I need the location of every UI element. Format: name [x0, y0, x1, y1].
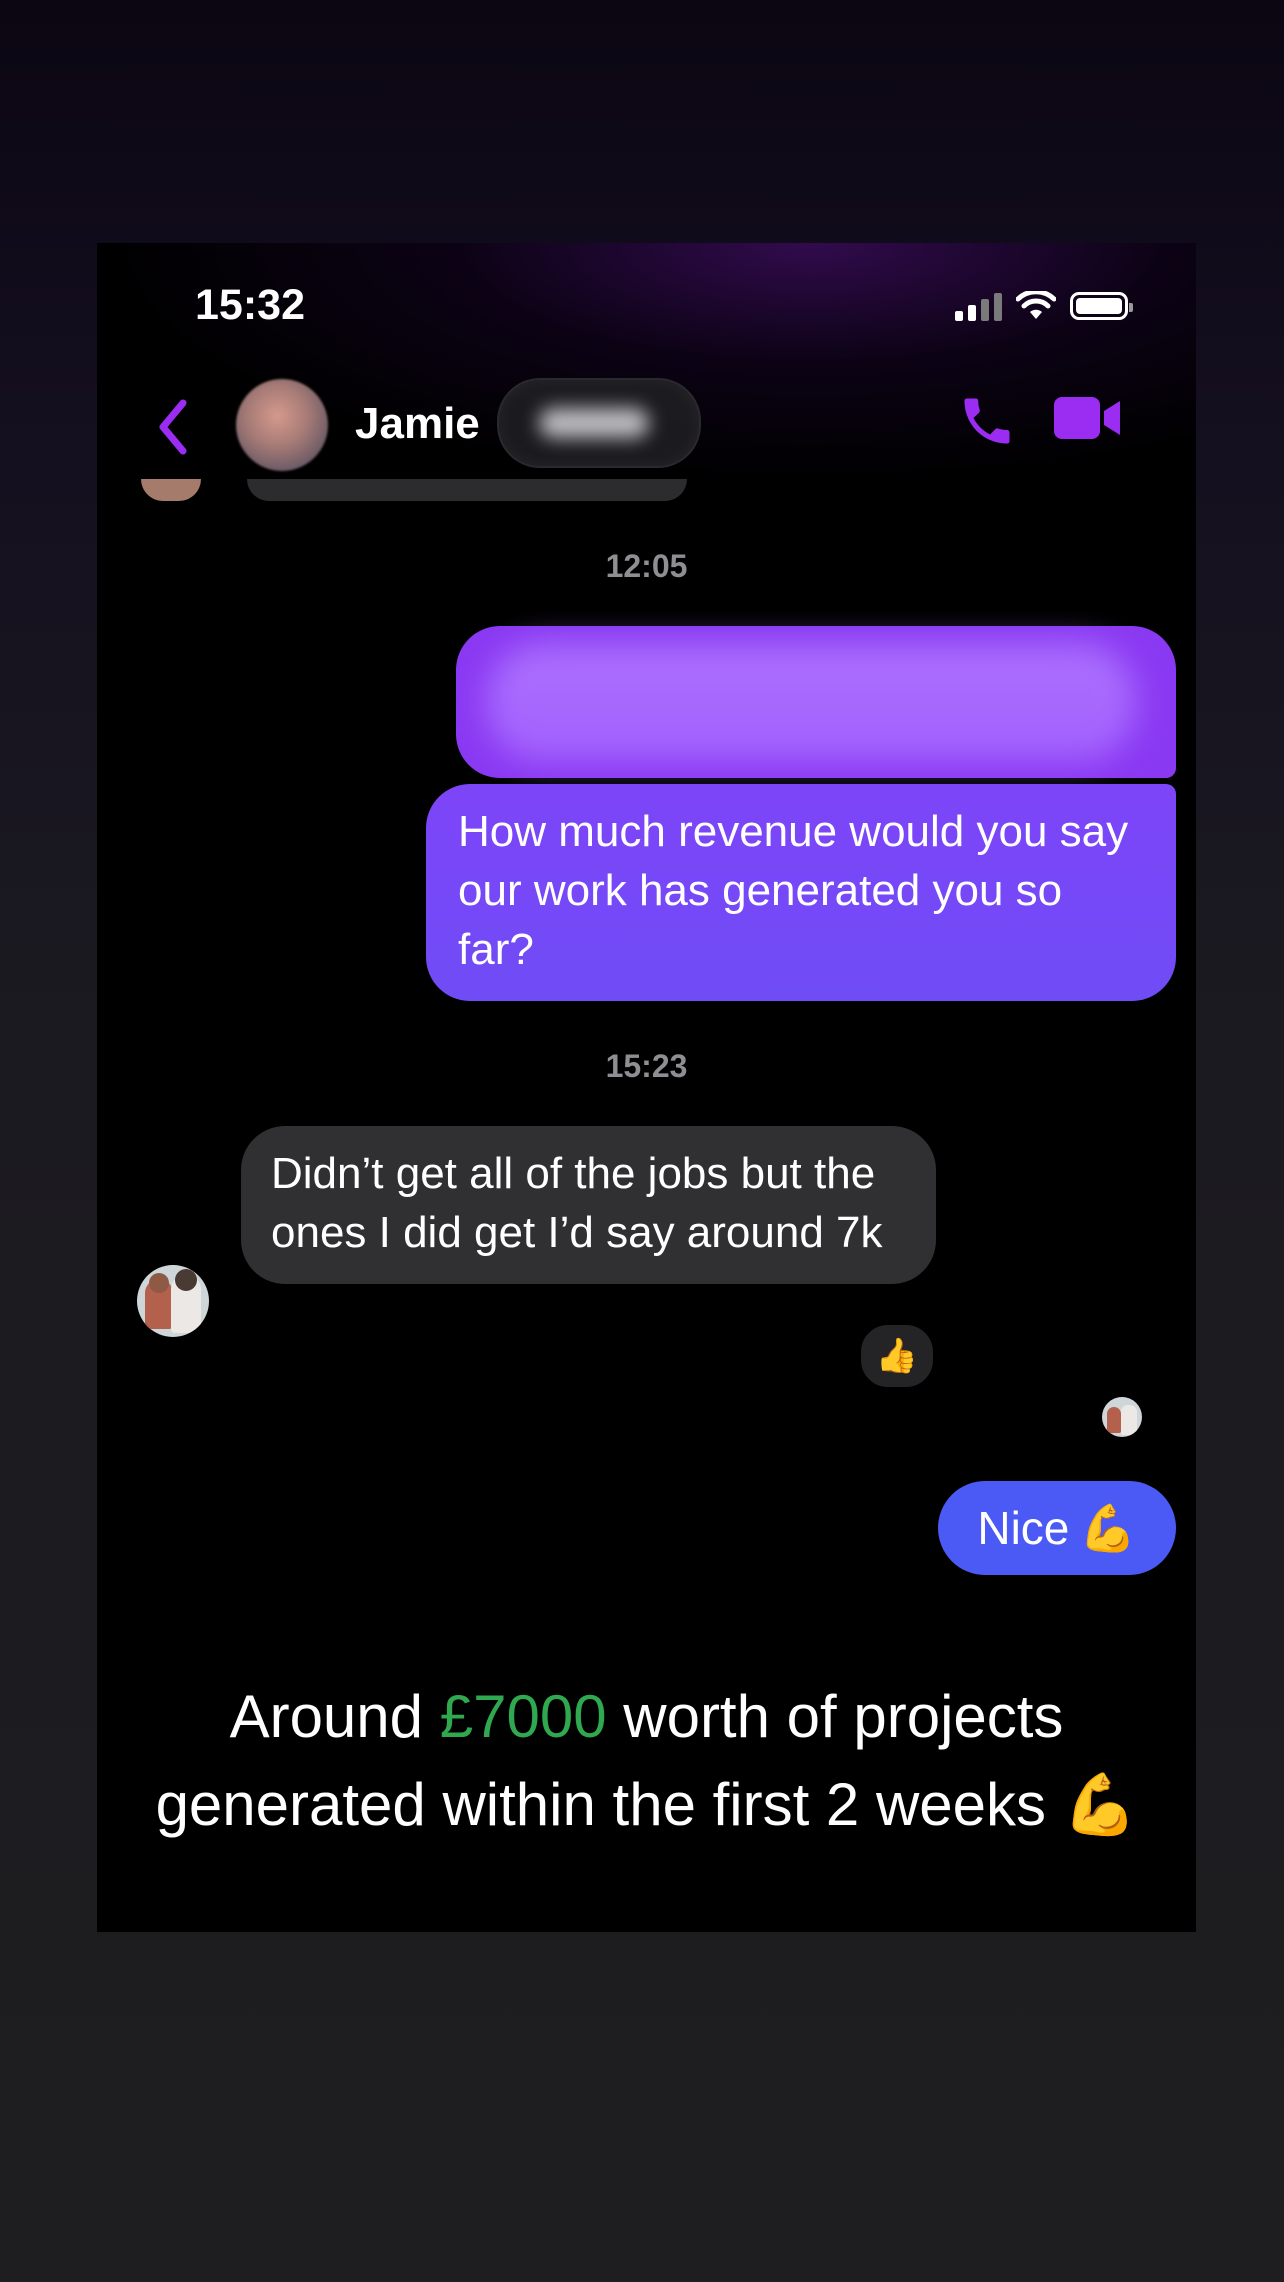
- outgoing-message[interactable]: How much revenue would you say our work …: [426, 784, 1176, 1001]
- redacted-surname: [497, 378, 701, 468]
- story-caption: Around £7000 worth of projects generated…: [97, 1673, 1196, 1849]
- status-time: 15:32: [195, 281, 305, 329]
- video-call-icon[interactable]: [1052, 393, 1124, 443]
- reply-message[interactable]: Nice 💪: [938, 1481, 1176, 1575]
- contact-avatar[interactable]: [236, 379, 328, 471]
- caption-prefix: Around: [229, 1683, 424, 1750]
- chat-header: Jamie: [97, 373, 1196, 483]
- sender-avatar[interactable]: [137, 1265, 209, 1337]
- status-icons: [955, 289, 1133, 323]
- redacted-outgoing-message: [456, 626, 1176, 778]
- timestamp: 15:23: [605, 1048, 688, 1084]
- wifi-icon: [1016, 291, 1056, 319]
- contact-name[interactable]: Jamie: [355, 399, 480, 449]
- story-screenshot: 15:32 Jamie 12:05 How much revenue would…: [97, 243, 1196, 1932]
- previous-message-avatar: [141, 479, 201, 501]
- incoming-message[interactable]: Didn’t get all of the jobs but the ones …: [241, 1126, 936, 1284]
- reply-text: Nice: [977, 1502, 1070, 1554]
- flexed-biceps-icon: 💪: [1062, 1771, 1138, 1838]
- phone-call-icon[interactable]: [957, 391, 1017, 451]
- timestamp: 12:05: [605, 548, 688, 584]
- flexed-biceps-icon: 💪: [1079, 1501, 1137, 1554]
- previous-message-bubble: [247, 479, 687, 501]
- thumbs-up-reaction[interactable]: 👍: [857, 1321, 937, 1391]
- read-receipt-avatar: [1102, 1397, 1142, 1437]
- caption-amount: £7000: [439, 1683, 607, 1750]
- signal-icon: [955, 291, 1002, 321]
- back-chevron-icon[interactable]: [155, 397, 191, 457]
- battery-icon: [1070, 292, 1133, 320]
